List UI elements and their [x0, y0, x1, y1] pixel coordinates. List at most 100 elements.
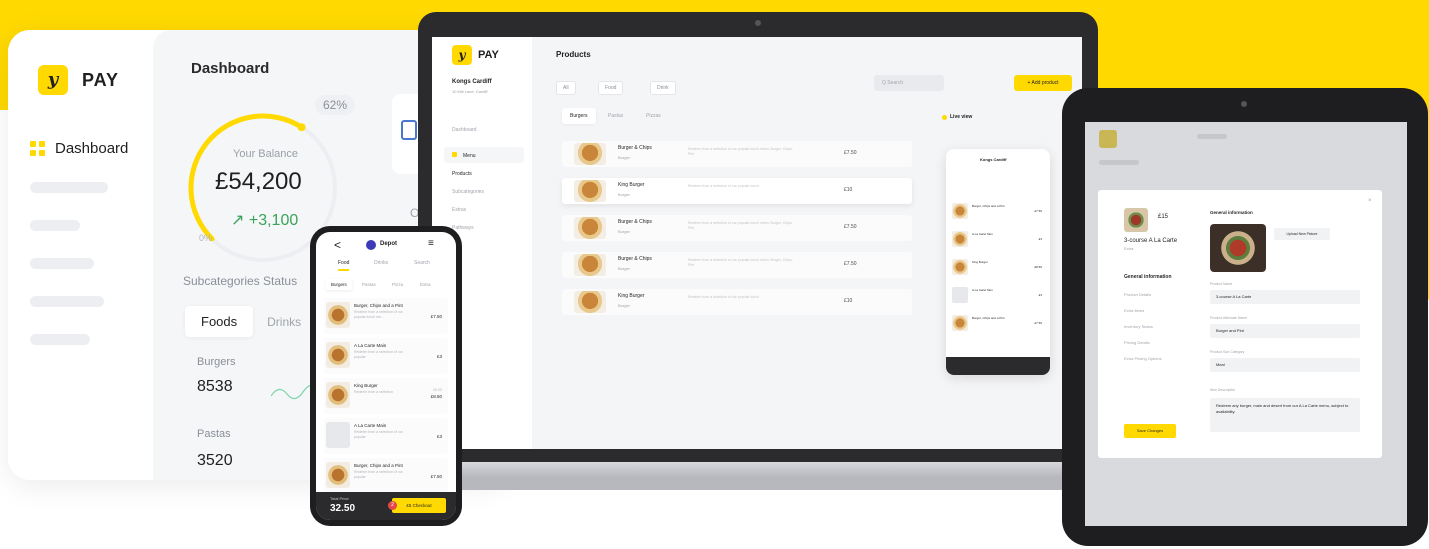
item-price: £7.50	[430, 314, 442, 319]
item-name: Burger, Chips and a Pint	[972, 204, 1005, 208]
list-item[interactable]: King Burger Redeem from a selection £9.0…	[324, 378, 448, 414]
alternate-name-field[interactable]: Burger and Pint	[1210, 324, 1360, 338]
product-desc: Redeem from a selection of our popular l…	[688, 147, 793, 156]
checkout-button[interactable]: £5 Checkout	[392, 498, 446, 513]
segment-foods[interactable]: Foods	[185, 306, 254, 337]
nav-link[interactable]: Pricing Details	[1124, 340, 1150, 345]
product-name: 3-course A La Carte	[1124, 238, 1178, 244]
placeholder	[1099, 160, 1139, 165]
section-title: General information	[1210, 210, 1253, 215]
total-label: Total Price	[330, 496, 349, 501]
field-label: Product Name	[1210, 282, 1233, 286]
list-item[interactable]: A La Carte Main Redeem from a selection …	[324, 418, 448, 454]
list-item[interactable]: Burger, Chips and a Pint Redeem from a s…	[324, 458, 448, 494]
item-desc: Redeem from a selection of our popular	[354, 430, 403, 439]
item-price: £3	[436, 354, 442, 359]
item-desc: Redeem from a selection	[354, 390, 393, 394]
nav-link[interactable]: Product Details	[1124, 292, 1151, 297]
tab-drinks[interactable]: Drinks	[374, 260, 388, 266]
item-name: Burger, Chips and a Pint	[972, 316, 1005, 320]
save-changes-button[interactable]: Save Changes	[1124, 424, 1176, 438]
subcategories-title: Subcategories Status	[183, 274, 298, 288]
pill-burgers[interactable]: Burgers	[326, 279, 352, 290]
product-name: Burger & Chips	[618, 145, 652, 151]
nav-link[interactable]: Extra Items	[1124, 308, 1144, 313]
category-label: Burgers	[197, 356, 236, 368]
table-row[interactable]: King Burger Burger Redeem from a selecti…	[562, 289, 912, 315]
item-thumbnail	[952, 315, 968, 331]
description-field[interactable]: Redeem any burger, main and desert from …	[1210, 398, 1360, 432]
tab-search[interactable]: Search	[414, 260, 430, 266]
list-item: Burger, Chips and a Pint £7.50	[952, 201, 1044, 223]
brand-logo-dimmed	[1099, 130, 1117, 148]
product-name: Burger & Chips	[618, 219, 652, 225]
live-view-label: Live view	[950, 114, 973, 120]
filter-drink[interactable]: Drink	[650, 81, 676, 95]
item-name: A La Carte Main	[354, 343, 387, 348]
table-row[interactable]: Burger & Chips Burger Redeem from a sele…	[562, 252, 912, 278]
nav-link[interactable]: Extra Pricing Options	[1124, 356, 1162, 361]
search-input[interactable]: Q Search	[874, 75, 944, 91]
product-name: King Burger	[618, 293, 645, 299]
nav-link[interactable]: Inventory Status	[1124, 324, 1153, 329]
live-indicator-icon	[942, 115, 947, 120]
gauge-knob	[297, 123, 306, 132]
product-desc: Redeem from a selection of our popular l…	[688, 184, 759, 188]
category-label: Pastas	[197, 428, 231, 440]
item-name: A La Carte Mon	[972, 288, 993, 292]
segment-drinks[interactable]: Drinks	[253, 307, 315, 337]
table-row[interactable]: Burger & Chips Burger Redeem from a sele…	[562, 215, 912, 241]
page-title: Dashboard	[191, 60, 270, 77]
pill-pastas[interactable]: Pastas	[362, 282, 376, 287]
laptop-stand	[440, 476, 1080, 490]
table-row[interactable]: Burger & Chips Burger Redeem from a sele…	[562, 141, 912, 167]
document-icon	[401, 120, 417, 140]
upload-picture-button[interactable]: Upload New Picture	[1274, 228, 1330, 240]
balance-label: Your Balance	[233, 148, 299, 160]
pill-pizza[interactable]: Pizza	[392, 282, 403, 287]
product-price: £7.50	[844, 224, 857, 230]
product-category: Burger	[618, 229, 631, 234]
product-name-field[interactable]: 3-course A La Carte	[1210, 290, 1360, 304]
list-item[interactable]: A La Carte Main Redeem from a selection …	[324, 338, 448, 374]
item-price: £7.50	[1034, 209, 1042, 213]
product-category: Burger	[618, 303, 631, 308]
store-name[interactable]: Kongs Cardiff	[452, 79, 492, 85]
sidebar-item-subcategories[interactable]: Subcategories	[452, 189, 484, 195]
tab-burgers[interactable]: Burgers	[562, 108, 596, 124]
pill-extra[interactable]: Extra	[420, 282, 431, 287]
tab-pizzas[interactable]: Pizzas	[646, 113, 661, 119]
preview-footer	[946, 357, 1050, 375]
product-thumbnail	[574, 143, 606, 165]
list-item: A La Carte Mon £3	[952, 285, 1044, 307]
back-icon[interactable]: <	[334, 238, 341, 252]
brand-name: PAY	[82, 70, 120, 90]
filter-food[interactable]: Food	[598, 81, 624, 95]
product-desc: Redeem from a selection of our popular l…	[688, 258, 793, 267]
filter-all[interactable]: All	[556, 81, 576, 95]
table-row[interactable]: King Burger Burger Redeem from a selecti…	[562, 178, 912, 204]
sidebar-item-extras[interactable]: Extras	[452, 207, 466, 213]
list-item[interactable]: Burger, Chips and a Pint Redeem from a s…	[324, 298, 448, 334]
store-logo	[366, 240, 376, 250]
sidebar-item-products[interactable]: Products	[452, 171, 472, 177]
brand-logo: y	[452, 45, 472, 65]
page-title: Products	[556, 50, 591, 59]
sidebar-item-menu[interactable]: Menu	[452, 152, 476, 159]
item-price: £3	[436, 434, 442, 439]
item-thumbnail	[326, 382, 350, 408]
item-price: £7.50	[430, 474, 442, 479]
menu-icon[interactable]: ≡	[428, 238, 434, 249]
placeholder	[1197, 134, 1227, 139]
camera	[1241, 101, 1247, 107]
add-product-button[interactable]: + Add product	[1014, 75, 1072, 91]
tab-pastas[interactable]: Pastas	[608, 113, 623, 119]
close-icon[interactable]: ×	[1368, 198, 1372, 204]
balance-value: £54,200	[215, 168, 302, 195]
sidebar-item-dashboard[interactable]: Dashboard	[30, 140, 128, 157]
tab-food[interactable]: Food	[338, 260, 350, 271]
sidebar-item-dashboard[interactable]: Dashboard	[452, 127, 476, 133]
laptop-main: Products All Food Drink Q Search + Add p…	[532, 37, 1082, 449]
brand-name: PAY	[478, 49, 499, 61]
sub-category-select[interactable]: Meal	[1210, 358, 1360, 372]
